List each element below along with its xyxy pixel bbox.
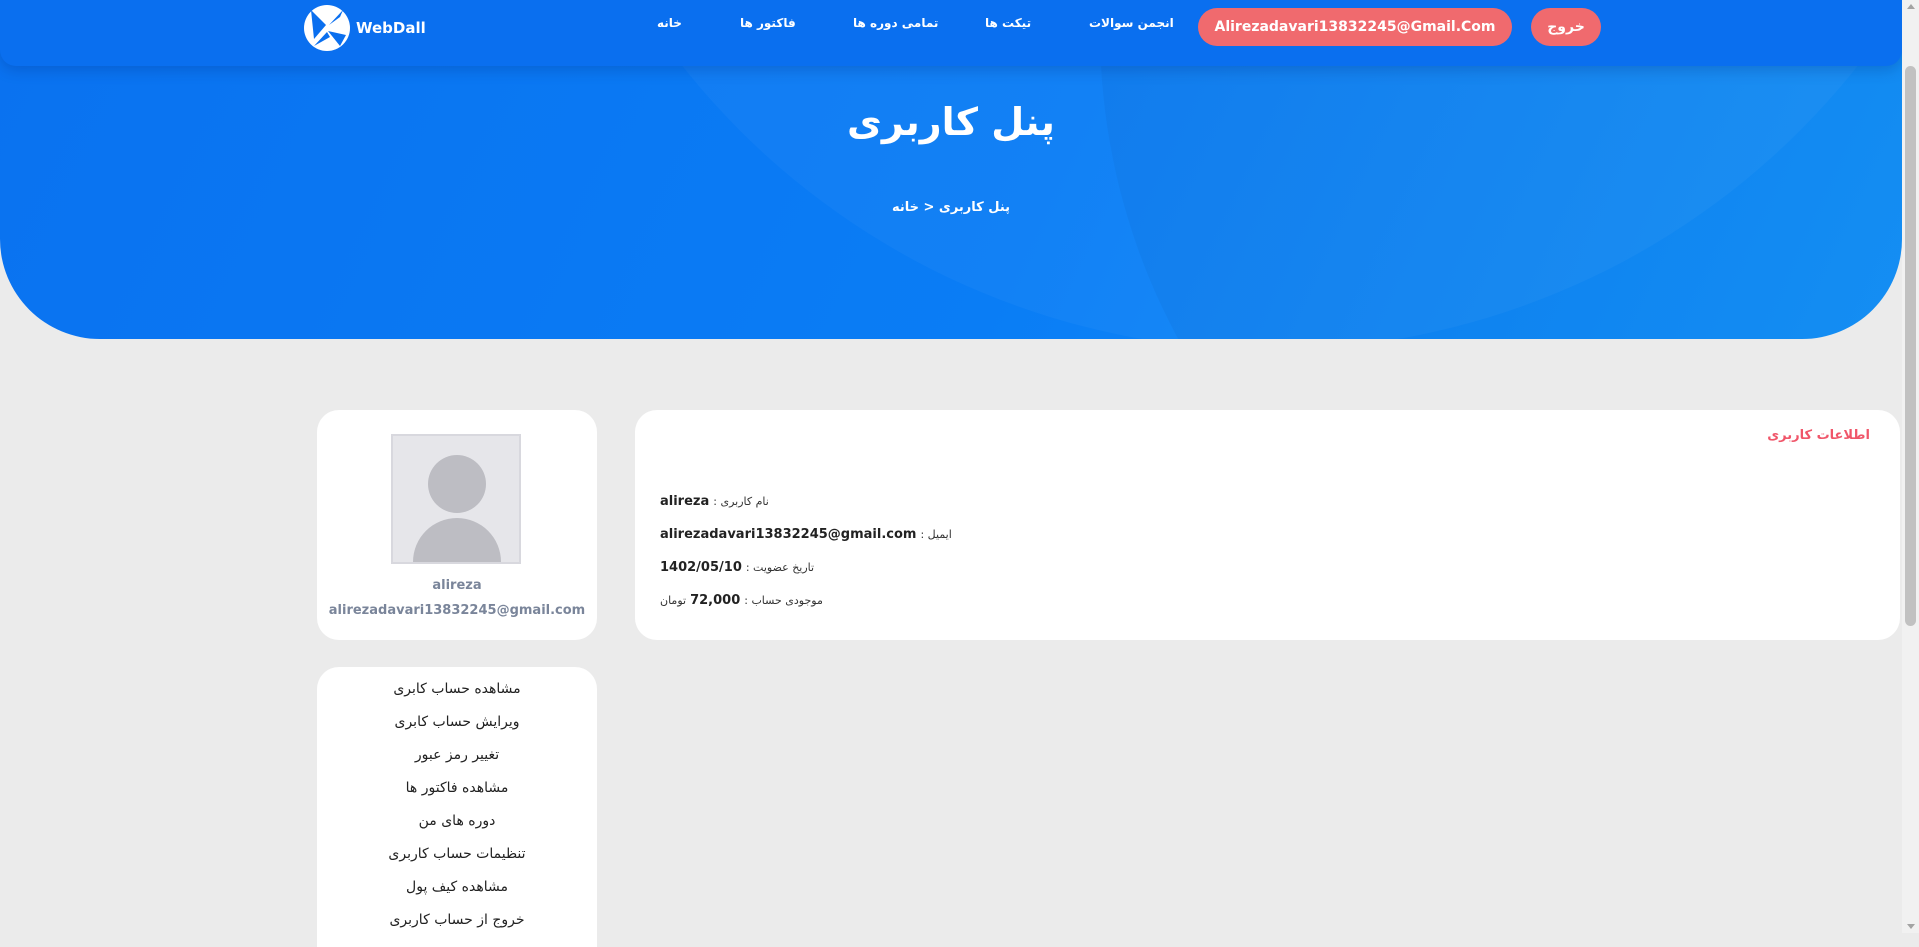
brand-logo[interactable]: WebDall <box>304 5 426 51</box>
account-menu: مشاهده حساب کابری ویرایش حساب کابری تغیی… <box>317 667 597 947</box>
info-label: نام کاربری : <box>713 495 769 508</box>
menu-view-account[interactable]: مشاهده حساب کابری <box>317 681 597 697</box>
info-value: 1402/05/10 <box>660 560 742 575</box>
menu-my-courses[interactable]: دوره های من <box>317 813 597 829</box>
info-row-balance: موجودی حساب : 72,000 تومان <box>660 593 823 608</box>
menu-view-wallet[interactable]: مشاهده کیف پول <box>317 879 597 895</box>
nav-questions-forum[interactable]: انجمن سوالات <box>1089 16 1174 30</box>
info-row-username: نام کاربری : alireza <box>660 494 769 509</box>
breadcrumb: پنل کاربری < خانه <box>891 200 1011 215</box>
webdall-logo-icon <box>304 5 350 51</box>
info-label: تاریخ عضویت : <box>745 561 815 574</box>
info-value: alireza <box>660 494 710 509</box>
top-header: WebDall خانه فاکتور ها تمامی دوره ها تیک… <box>0 0 1902 66</box>
profile-card: alireza alirezadavari13832245@gmail.com <box>317 410 597 640</box>
logout-button[interactable]: خروج <box>1531 8 1601 46</box>
menu-edit-account[interactable]: ویرایش حساب کابری <box>317 714 597 730</box>
scroll-thumb[interactable] <box>1905 66 1916 626</box>
menu-change-password[interactable]: تغییر رمز عبور <box>317 747 597 763</box>
info-heading: اطلاعات کاربری <box>1767 428 1870 443</box>
brand-name: WebDall <box>356 19 426 37</box>
info-row-join-date: تاریخ عضویت : 1402/05/10 <box>660 560 814 575</box>
info-value: alirezadavari13832245@gmail.com <box>660 527 917 542</box>
currency-unit: تومان <box>660 594 687 607</box>
nav-home[interactable]: خانه <box>657 16 682 30</box>
info-label: ایمیل : <box>920 528 952 541</box>
scroll-down-icon[interactable] <box>1907 924 1915 929</box>
info-value: 72,000 <box>690 593 741 608</box>
nav-all-courses[interactable]: تمامی دوره ها <box>853 16 938 30</box>
menu-view-invoices[interactable]: مشاهده فاکتور ها <box>317 780 597 796</box>
menu-account-settings[interactable]: تنظیمات حساب کاربری <box>317 846 597 862</box>
profile-name: alireza <box>432 578 482 593</box>
page-scrollbar[interactable] <box>1902 0 1919 933</box>
info-row-email: ایمیل : alirezadavari13832245@gmail.com <box>660 527 952 542</box>
info-label: موجودی حساب : <box>744 594 823 607</box>
menu-logout[interactable]: خروج از حساب کاربری <box>317 912 597 928</box>
page-title: پنل کاربری <box>847 100 1055 144</box>
user-account-button[interactable]: Alirezadavari13832245@Gmail.Com <box>1198 8 1512 46</box>
profile-email: alirezadavari13832245@gmail.com <box>328 603 586 618</box>
nav-tickets[interactable]: تیکت ها <box>985 16 1031 30</box>
nav-invoices[interactable]: فاکتور ها <box>740 16 796 30</box>
user-info-card: اطلاعات کاربری نام کاربری : alireza ایمی… <box>635 410 1900 640</box>
scroll-up-icon[interactable] <box>1907 4 1915 9</box>
user-avatar-icon <box>391 434 521 564</box>
